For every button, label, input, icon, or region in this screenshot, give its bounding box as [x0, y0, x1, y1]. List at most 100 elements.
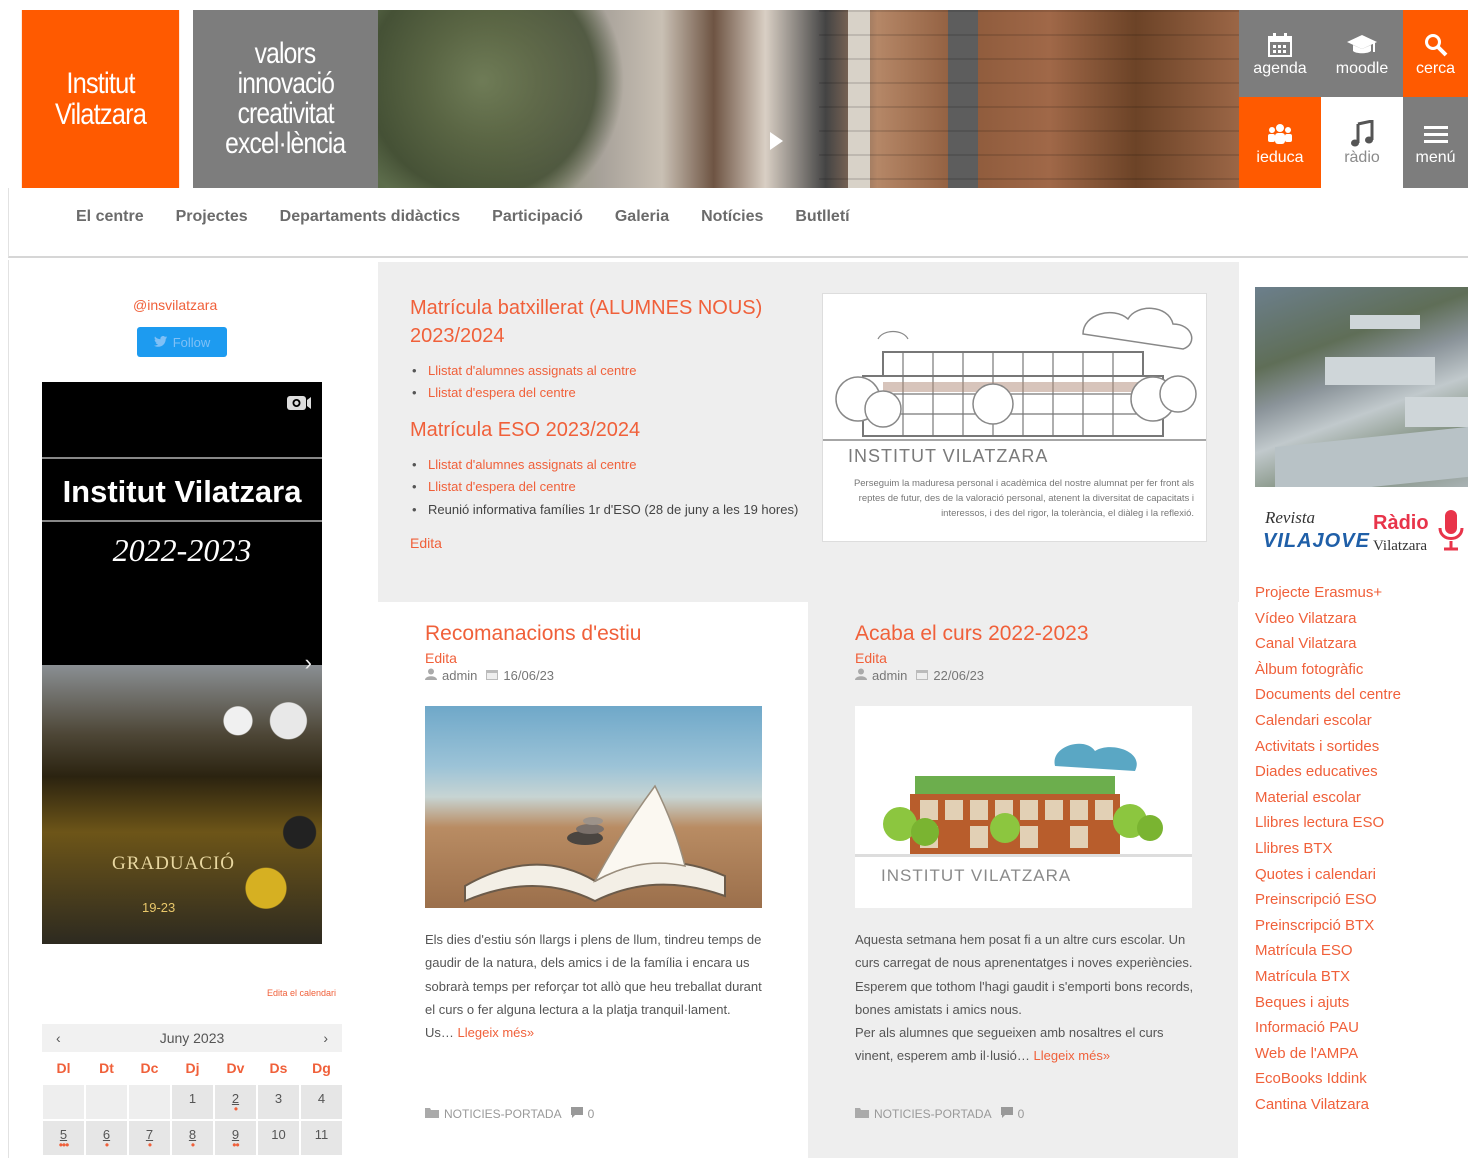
site-logo[interactable]: Institut Vilatzara	[21, 10, 180, 188]
quick-links-list: Projecte Erasmus+ Vídeo Vilatzara Canal …	[1255, 580, 1401, 1117]
nav-item-galeria[interactable]: Galeria	[615, 208, 669, 226]
quick-link[interactable]: Cantina Vilatzara	[1255, 1092, 1401, 1118]
post-excerpt-text: Aquesta setmana hem posat fi a un altre …	[855, 932, 1194, 1017]
post-footer: NOTICIES-PORTADA 0	[425, 1107, 594, 1121]
calendar-day[interactable]: 8 •	[171, 1120, 214, 1156]
photo-text: GRADUACIÓ	[112, 853, 235, 874]
twitter-handle-link[interactable]: @insvilatzara	[133, 297, 217, 313]
post-category[interactable]: NOTICIES-PORTADA	[874, 1107, 992, 1121]
quick-link[interactable]: Matrícula ESO	[1255, 938, 1401, 964]
quick-link[interactable]: EcoBooks Iddink	[1255, 1066, 1401, 1092]
quick-link[interactable]: Àlbum fotogràfic	[1255, 657, 1401, 683]
quick-link[interactable]: Activitats i sortides	[1255, 734, 1401, 760]
revista-label: Revista	[1265, 508, 1316, 527]
quick-link[interactable]: Beques i ajuts	[1255, 990, 1401, 1016]
quick-link[interactable]: Llibres lectura ESO	[1255, 810, 1401, 836]
comment-count[interactable]: 0	[588, 1107, 595, 1121]
feature-title-batxillerat[interactable]: Matrícula batxillerat (ALUMNES NOUS) 202…	[410, 294, 810, 350]
post-card: Recomanacions d'estiu Edita admin 16/06/…	[378, 602, 808, 1158]
calendar-day[interactable]: 4	[300, 1084, 343, 1120]
quick-link[interactable]: Canal Vilatzara	[1255, 631, 1401, 657]
edit-calendar-link[interactable]: Edita el calendari	[267, 988, 336, 998]
quick-link[interactable]: Preinscripció ESO	[1255, 887, 1401, 913]
quick-link[interactable]: Projecte Erasmus+	[1255, 580, 1401, 606]
hero-slideshow	[378, 10, 1239, 188]
list-item[interactable]: Llistat d'espera del centre	[412, 476, 810, 498]
feature-title-eso[interactable]: Matrícula ESO 2023/2024	[410, 416, 810, 444]
instagram-title: Institut Vilatzara	[62, 474, 302, 509]
quick-link[interactable]: Documents del centre	[1255, 682, 1401, 708]
quick-link[interactable]: Matrícula BTX	[1255, 964, 1401, 990]
post-image-book-beach[interactable]	[425, 706, 762, 908]
nav-item-el-centre[interactable]: El centre	[76, 208, 144, 226]
comment-icon	[1000, 1107, 1013, 1121]
calendar-day[interactable]: 2 •	[214, 1084, 257, 1120]
edit-link[interactable]: Edita	[855, 650, 887, 666]
calendar-day[interactable]: 9 ••	[214, 1120, 257, 1156]
post-footer: NOTICIES-PORTADA 0	[855, 1107, 1024, 1121]
post-category[interactable]: NOTICIES-PORTADA	[444, 1107, 562, 1121]
calendar-day[interactable]: 7 •	[128, 1120, 171, 1156]
eso-list: Llistat d'alumnes assignats al centre Ll…	[412, 454, 810, 517]
post-date: 16/06/23	[503, 668, 555, 683]
post-author[interactable]: admin	[872, 668, 907, 683]
brand-links: Revista VILAJOVE Ràdio Vilatzara	[1255, 504, 1468, 560]
quick-link[interactable]: Quotes i calendari	[1255, 862, 1401, 888]
post-author[interactable]: admin	[442, 668, 477, 683]
tile-cerca[interactable]: cerca	[1403, 10, 1468, 97]
twitter-icon	[153, 335, 167, 350]
tile-agenda[interactable]: agenda	[1239, 10, 1321, 97]
quick-link[interactable]: Material escolar	[1255, 785, 1401, 811]
calendar-month: Juny 2023	[159, 1030, 225, 1046]
tile-menu[interactable]: menú	[1403, 97, 1468, 188]
post-title[interactable]: Acaba el curs 2022-2023	[855, 622, 1089, 646]
calendar-week: 1 2 • 3 4	[42, 1084, 343, 1120]
calendar-day[interactable]: 5 •••	[42, 1120, 85, 1156]
instagram-widget[interactable]: Institut Vilatzara 2022-2023 GRADUACIÓ 1…	[42, 382, 322, 944]
quick-link[interactable]: Web de l'AMPA	[1255, 1041, 1401, 1067]
tile-ieduca[interactable]: ieduca	[1239, 97, 1321, 188]
chevron-left-icon[interactable]: ‹	[56, 1030, 61, 1046]
slideshow-next-arrow[interactable]	[770, 132, 783, 150]
chevron-right-icon[interactable]: ›	[305, 650, 312, 676]
read-more-link[interactable]: Llegeix més»	[1033, 1048, 1110, 1063]
chevron-right-icon[interactable]: ›	[323, 1030, 328, 1046]
quick-link[interactable]: Diades educatives	[1255, 759, 1401, 785]
nav-item-departaments[interactable]: Departaments didàctics	[280, 208, 461, 226]
folder-icon	[855, 1107, 869, 1121]
calendar-day[interactable]: 10	[257, 1120, 300, 1156]
tile-label: cerca	[1415, 59, 1456, 77]
tile-moodle[interactable]: moodle	[1321, 10, 1403, 97]
quick-link[interactable]: Llibres BTX	[1255, 836, 1401, 862]
weekday: Dj	[185, 1060, 200, 1076]
edit-link[interactable]: Edita	[425, 650, 457, 666]
quick-link[interactable]: Preinscripció BTX	[1255, 913, 1401, 939]
post-image-school[interactable]: INSTITUT VILATZARA	[855, 706, 1192, 908]
quick-link[interactable]: Informació PAU	[1255, 1015, 1401, 1041]
calendar-day[interactable]: 11	[300, 1120, 343, 1156]
list-item[interactable]: Llistat d'alumnes assignats al centre	[412, 454, 810, 476]
tile-radio[interactable]: ràdio	[1321, 97, 1403, 188]
comment-count[interactable]: 0	[1018, 1107, 1025, 1121]
edit-link[interactable]: Edita	[410, 535, 810, 551]
list-item[interactable]: Llistat d'alumnes assignats al centre	[412, 360, 810, 382]
quick-link[interactable]: Vídeo Vilatzara	[1255, 606, 1401, 632]
follow-button[interactable]: Follow	[137, 327, 227, 357]
graduation-photo: GRADUACIÓ 19-23	[42, 665, 322, 944]
calendar-header: ‹ Juny 2023 ›	[42, 1024, 342, 1052]
nav-item-butlleti[interactable]: Butlletí	[795, 208, 849, 226]
calendar-day[interactable]: 6 •	[85, 1120, 128, 1156]
image-caption: INSTITUT VILATZARA	[881, 866, 1072, 885]
post-meta: admin 16/06/23	[425, 668, 554, 683]
nav-item-noticies[interactable]: Notícies	[701, 208, 763, 226]
nav-item-participacio[interactable]: Participació	[492, 208, 583, 226]
read-more-link[interactable]: Llegeix més»	[458, 1025, 535, 1040]
quick-link[interactable]: Calendari escolar	[1255, 708, 1401, 734]
nav-item-projectes[interactable]: Projectes	[176, 208, 248, 226]
calendar-day[interactable]: 3	[257, 1084, 300, 1120]
calendar-day[interactable]: 1	[171, 1084, 214, 1120]
illustration-quote: Perseguim la maduresa personal i acadèmi…	[853, 478, 1194, 519]
list-item[interactable]: Llistat d'espera del centre	[412, 382, 810, 404]
aerial-photo[interactable]	[1255, 287, 1468, 487]
post-title[interactable]: Recomanacions d'estiu	[425, 622, 641, 646]
